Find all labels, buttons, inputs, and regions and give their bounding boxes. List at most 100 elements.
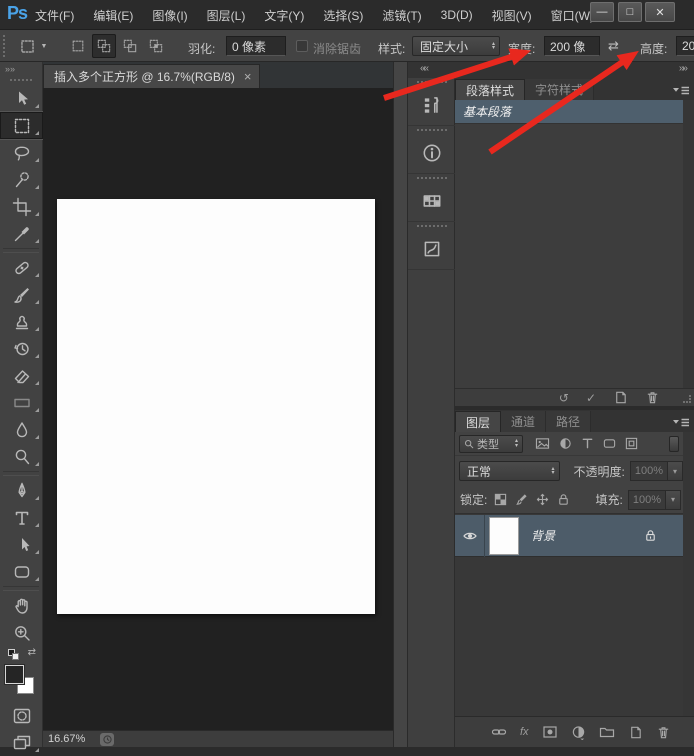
collapse-panels-icon[interactable]: ««	[420, 63, 429, 74]
layer-thumbnail[interactable]	[489, 516, 519, 555]
menu-view[interactable]: 视图(V)	[489, 5, 535, 26]
opacity-combo[interactable]: 100% ▾	[629, 461, 683, 481]
filter-smart-objects-icon[interactable]	[625, 437, 638, 450]
add-layer-mask-icon[interactable]	[542, 724, 558, 740]
paragraph-style-item-selected[interactable]: 基本段落	[455, 100, 683, 124]
menu-filter[interactable]: 滤镜(T)	[379, 5, 424, 26]
screen-mode-button[interactable]	[0, 729, 43, 756]
menu-3d[interactable]: 3D(D)	[438, 6, 476, 24]
filter-pixel-layers-icon[interactable]	[535, 437, 550, 450]
gradient-tool[interactable]	[0, 389, 43, 416]
crop-tool[interactable]	[0, 193, 43, 220]
new-adjustment-layer-icon[interactable]	[571, 725, 586, 740]
lasso-tool[interactable]	[0, 139, 43, 166]
blend-mode-dropdown[interactable]: 正常 ▴ ▾	[459, 461, 560, 481]
menu-type[interactable]: 文字(Y)	[261, 5, 307, 26]
background-layer-row[interactable]: 背景	[455, 514, 683, 557]
swap-colors-icon[interactable]: ⇄	[28, 647, 36, 658]
tab-close-icon[interactable]: ×	[244, 69, 252, 84]
pen-tool[interactable]	[0, 477, 43, 504]
new-group-folder-icon[interactable]	[599, 724, 615, 740]
delete-layer-trash-icon[interactable]	[656, 725, 671, 740]
expand-panels-icon[interactable]: »»	[679, 63, 688, 74]
styles-dock-button[interactable]	[408, 222, 455, 270]
new-layer-icon[interactable]	[628, 725, 643, 740]
history-brush-tool[interactable]	[0, 335, 43, 362]
status-info-icon[interactable]	[100, 732, 114, 746]
minimize-button[interactable]: —	[590, 2, 614, 22]
maximize-button[interactable]: □	[618, 2, 642, 22]
menu-edit[interactable]: 编辑(E)	[90, 5, 136, 26]
tab-paragraph-styles[interactable]: 段落样式	[455, 79, 526, 100]
height-input[interactable]: 200	[676, 36, 694, 56]
close-button[interactable]: ✕	[645, 2, 675, 22]
blur-tool[interactable]	[0, 416, 43, 443]
move-tool[interactable]	[0, 85, 43, 112]
layer-visibility-cell[interactable]	[455, 514, 485, 557]
subtract-from-selection-button[interactable]	[118, 34, 142, 58]
link-layers-icon[interactable]	[491, 724, 507, 740]
filter-adjustment-layers-icon[interactable]	[559, 437, 572, 450]
path-selection-tool[interactable]	[0, 531, 43, 558]
layer-name[interactable]: 背景	[531, 527, 555, 544]
clear-override-icon[interactable]: ↺	[559, 392, 569, 404]
antialias-checkbox[interactable]	[296, 40, 308, 52]
rectangular-marquee-tool[interactable]	[0, 112, 43, 139]
hand-tool[interactable]	[0, 592, 43, 619]
feather-input[interactable]: 0 像素	[226, 36, 286, 56]
new-style-icon[interactable]	[613, 390, 628, 405]
layer-style-fx-icon[interactable]: fx	[520, 726, 529, 738]
add-to-selection-button[interactable]	[92, 34, 116, 58]
options-grip[interactable]	[3, 35, 5, 57]
lock-transparency-icon[interactable]	[494, 493, 507, 506]
lock-position-icon[interactable]	[536, 493, 549, 506]
new-selection-button[interactable]	[66, 34, 90, 58]
tab-paths[interactable]: 路径	[546, 411, 592, 432]
delete-style-trash-icon[interactable]	[645, 390, 660, 405]
eraser-tool[interactable]	[0, 362, 43, 389]
tab-character-styles[interactable]: 字符样式	[525, 79, 595, 100]
menu-file[interactable]: 文件(F)	[32, 5, 77, 26]
dodge-tool[interactable]	[0, 443, 43, 470]
filter-shape-layers-icon[interactable]	[603, 437, 616, 450]
fill-combo[interactable]: 100% ▾	[627, 489, 681, 510]
clone-stamp-tool[interactable]	[0, 308, 43, 335]
pasteboard[interactable]	[43, 88, 393, 730]
intersect-selection-button[interactable]	[144, 34, 168, 58]
info-dock-button[interactable]	[408, 126, 455, 174]
menu-layer[interactable]: 图层(L)	[204, 5, 249, 26]
tab-layers[interactable]: 图层	[455, 411, 502, 432]
swap-dimensions-icon[interactable]: ⇄	[608, 38, 619, 54]
quick-selection-tool[interactable]	[0, 166, 43, 193]
panel-menu-icon[interactable]	[672, 415, 690, 433]
filter-toggle-switch[interactable]	[669, 435, 679, 452]
panel-resize-corner[interactable]	[683, 395, 691, 403]
lock-pixels-brush-icon[interactable]	[515, 493, 528, 506]
tab-channels[interactable]: 通道	[501, 411, 547, 432]
tool-preset-picker[interactable]: ▼	[12, 34, 54, 58]
style-dropdown[interactable]: 固定大小 ▴ ▾	[412, 36, 500, 56]
lock-all-padlock-icon[interactable]	[557, 493, 570, 506]
shape-tool[interactable]	[0, 558, 43, 585]
default-colors-icon[interactable]	[12, 653, 19, 660]
healing-brush-tool[interactable]	[0, 254, 43, 281]
apply-check-icon[interactable]: ✓	[586, 392, 596, 404]
toolbar-grip[interactable]	[10, 79, 32, 81]
menu-select[interactable]: 选择(S)	[320, 5, 366, 26]
quick-mask-button[interactable]	[0, 702, 43, 729]
zoom-level-field[interactable]: 16.67%	[46, 732, 92, 746]
toolbar-collapse-control[interactable]: »»	[0, 62, 42, 76]
panel-menu-icon[interactable]	[672, 83, 690, 101]
menu-image[interactable]: 图像(I)	[149, 5, 190, 26]
eyedropper-tool[interactable]	[0, 220, 43, 247]
width-input[interactable]: 200 像	[544, 36, 600, 56]
filter-type-layers-icon[interactable]	[581, 437, 594, 450]
document-tab[interactable]: 插入多个正方形 @ 16.7%(RGB/8) ×	[43, 64, 261, 88]
type-tool[interactable]	[0, 504, 43, 531]
filter-type-dropdown[interactable]: 类型 ▴ ▾	[459, 434, 523, 453]
canvas[interactable]	[57, 199, 375, 614]
panel-resize-strip[interactable]	[393, 62, 408, 747]
foreground-color-swatch[interactable]	[5, 665, 24, 684]
swatches-dock-button[interactable]	[408, 174, 455, 222]
brush-tool[interactable]	[0, 281, 43, 308]
